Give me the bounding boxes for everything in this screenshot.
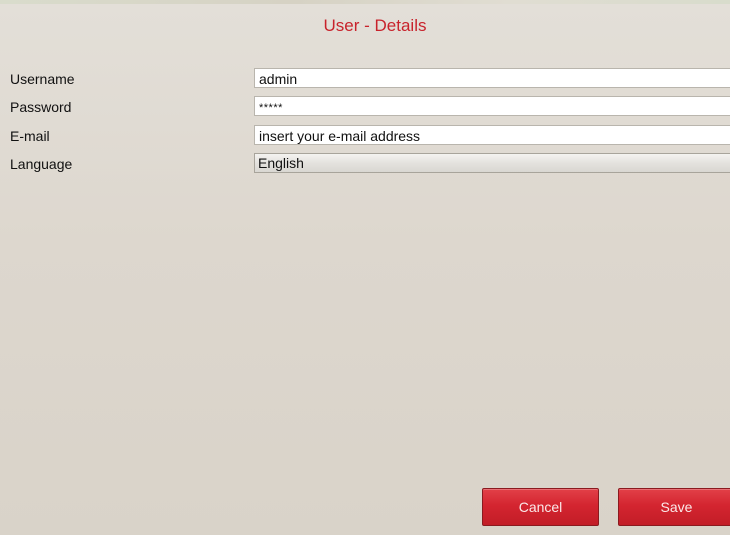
language-select[interactable]: English bbox=[254, 153, 730, 173]
save-button[interactable]: Save bbox=[618, 488, 730, 526]
email-label: E-mail bbox=[10, 128, 50, 144]
language-selected-value: English bbox=[258, 155, 304, 171]
username-field[interactable] bbox=[254, 68, 730, 88]
username-label: Username bbox=[10, 71, 75, 87]
page-title: User - Details bbox=[323, 16, 427, 35]
password-label: Password bbox=[10, 99, 72, 115]
cancel-button[interactable]: Cancel bbox=[482, 488, 599, 526]
password-field[interactable] bbox=[254, 96, 730, 116]
email-field[interactable] bbox=[254, 125, 730, 145]
language-label: Language bbox=[10, 156, 73, 172]
